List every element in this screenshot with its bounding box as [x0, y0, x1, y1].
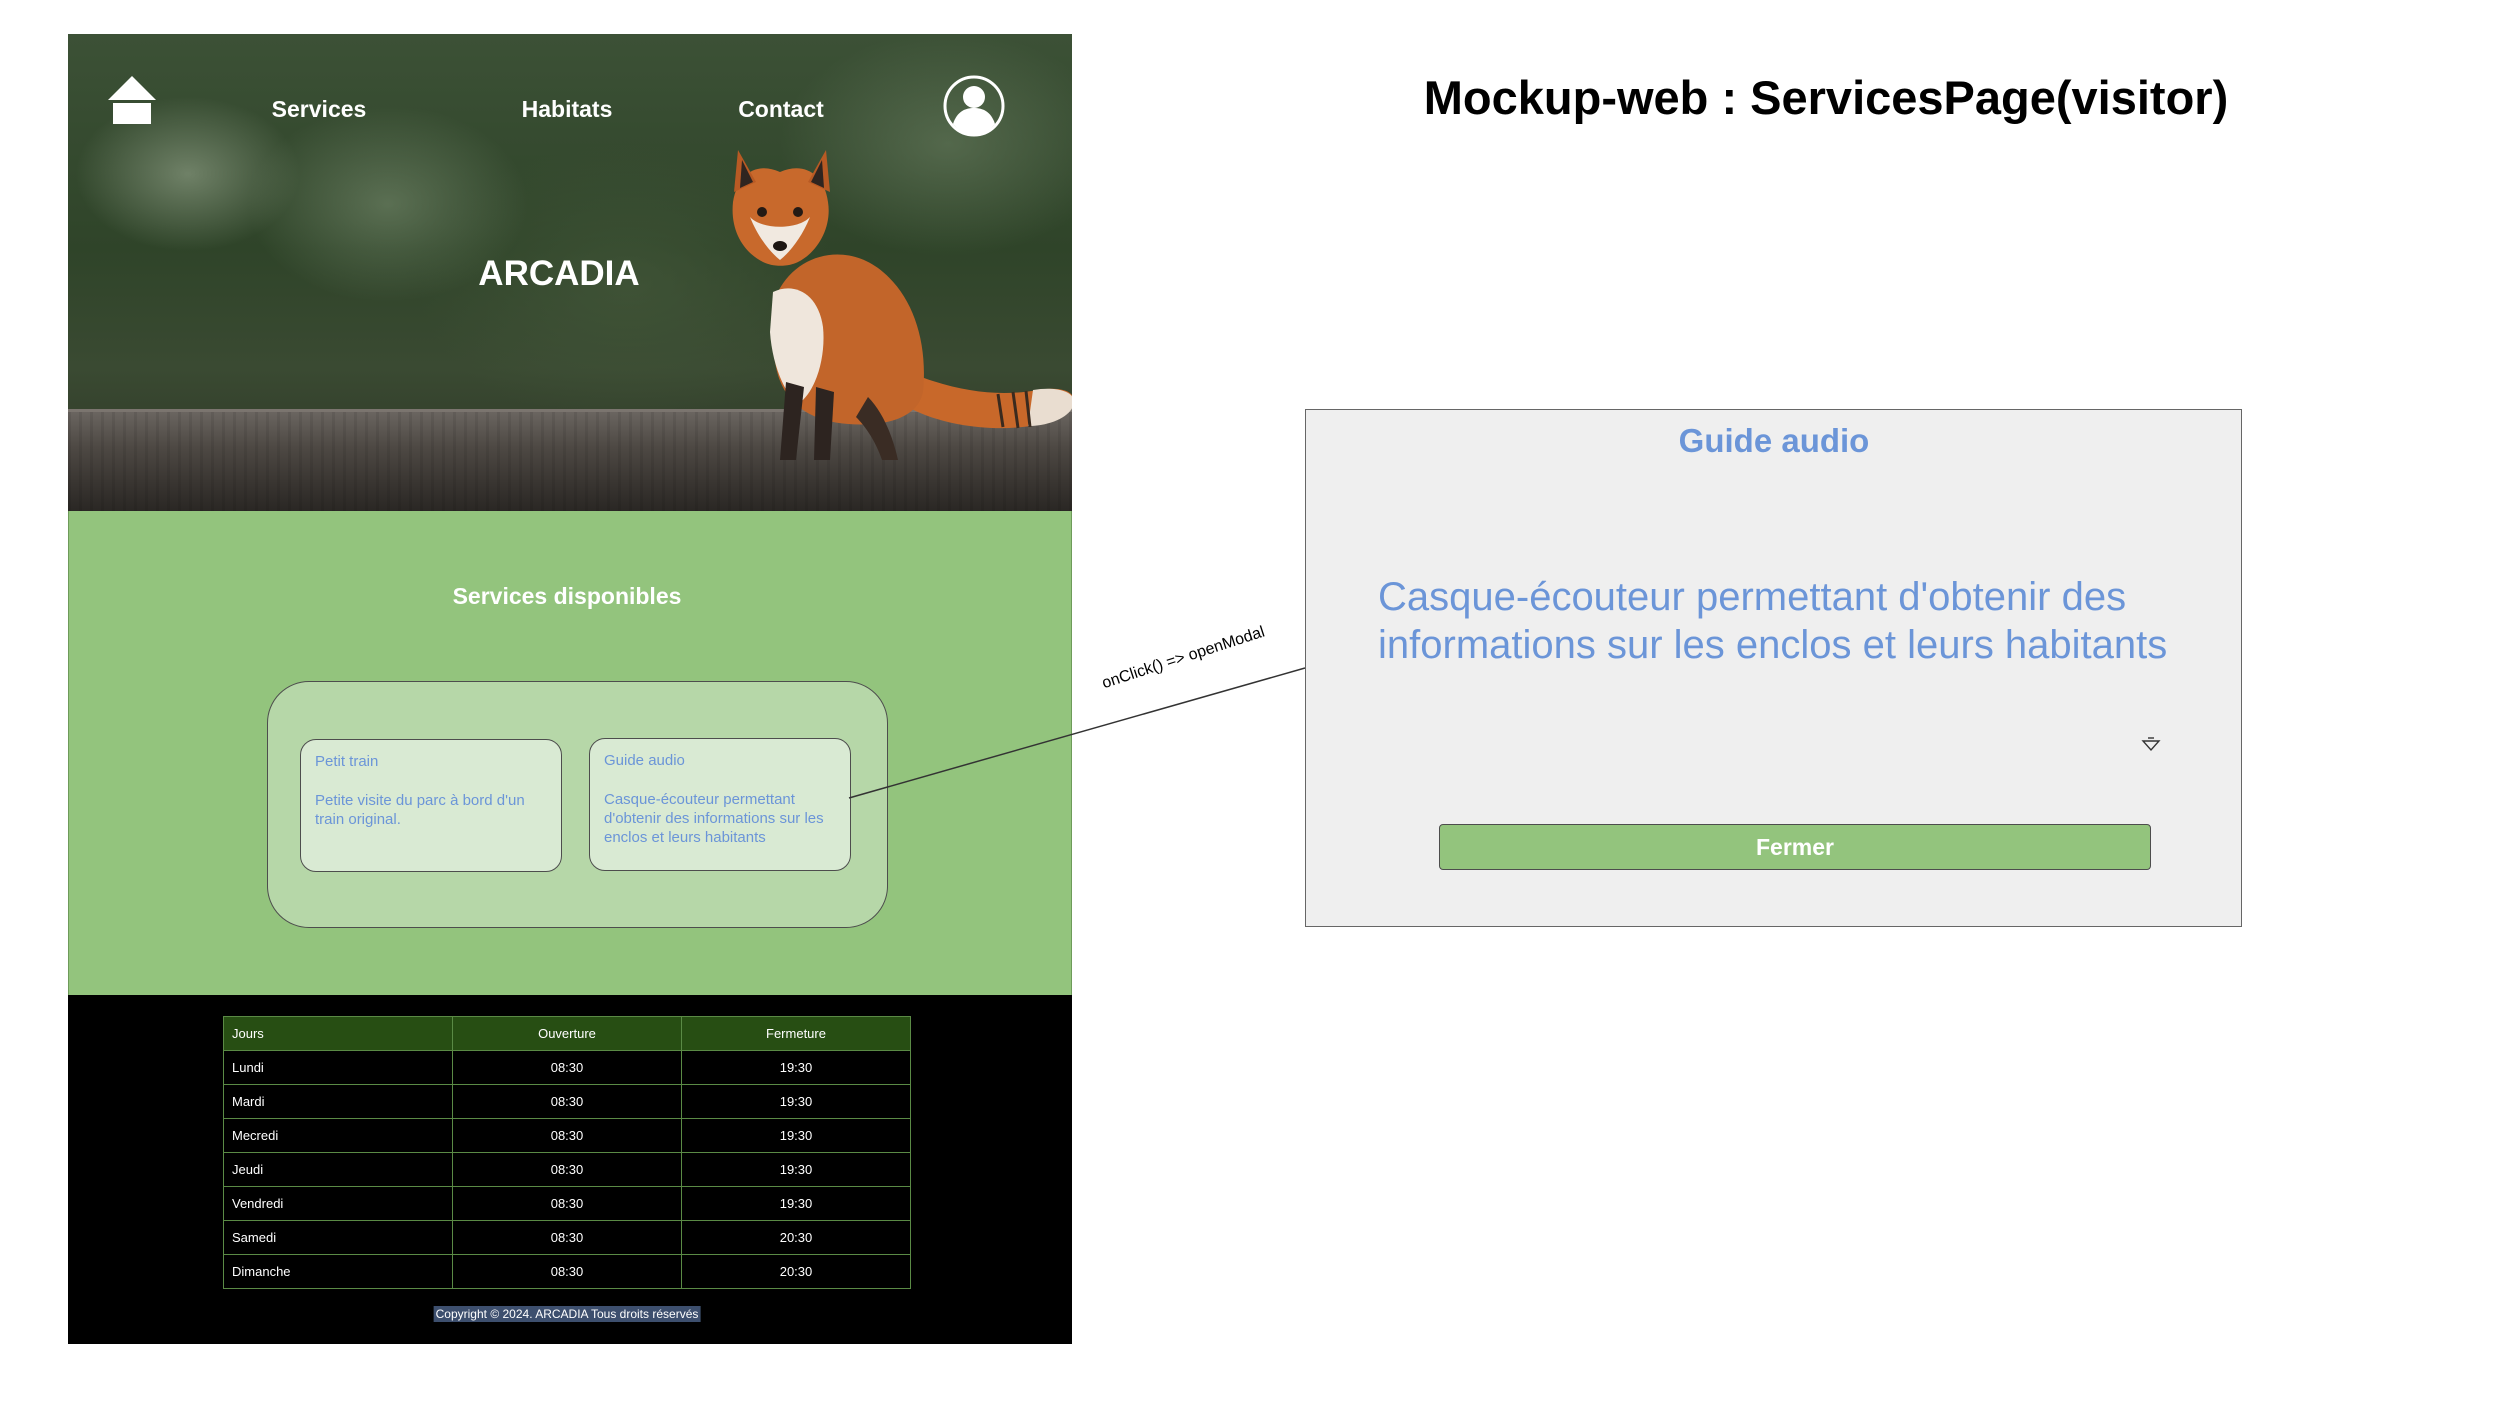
return-arrow-icon: [2141, 737, 2161, 752]
table-cell-open: 08:30: [452, 1084, 682, 1119]
close-button[interactable]: Fermer: [1439, 824, 2151, 870]
services-container: Petit train Petite visite du parc à bord…: [267, 681, 888, 928]
services-title: Services disponibles: [452, 583, 682, 609]
modal-description: Casque-écouteur permettant d'obtenir des…: [1378, 575, 2168, 667]
table-cell-day: Lundi: [223, 1050, 453, 1085]
opening-hours-table: Jours Ouverture Fermeture Lundi 08:30 19…: [223, 1016, 911, 1289]
nav-services-link[interactable]: Services: [272, 96, 367, 123]
table-row: Mardi 08:30 19:30: [223, 1084, 911, 1119]
table-header-cell: Ouverture: [452, 1016, 682, 1051]
table-header-row: Jours Ouverture Fermeture: [223, 1016, 911, 1051]
table-cell-open: 08:30: [452, 1152, 682, 1187]
table-header-cell: Jours: [223, 1016, 453, 1051]
table-cell-day: Jeudi: [223, 1152, 453, 1187]
table-cell-open: 08:30: [452, 1220, 682, 1255]
table-cell-close: 20:30: [681, 1220, 911, 1255]
home-icon[interactable]: [106, 74, 158, 126]
modal-title: Guide audio: [1678, 422, 1870, 459]
table-cell-open: 08:30: [452, 1050, 682, 1085]
table-cell-day: Mecredi: [223, 1118, 453, 1153]
table-cell-day: Vendredi: [223, 1186, 453, 1221]
footer: Jours Ouverture Fermeture Lundi 08:30 19…: [68, 995, 1072, 1344]
nav-contact-link[interactable]: Contact: [738, 96, 824, 123]
table-cell-day: Mardi: [223, 1084, 453, 1119]
table-cell-close: 19:30: [681, 1050, 911, 1085]
table-cell-close: 19:30: [681, 1152, 911, 1187]
table-row: Vendredi 08:30 19:30: [223, 1186, 911, 1221]
connector-label: onClick() => openModal: [1100, 623, 1267, 693]
table-cell-open: 08:30: [452, 1254, 682, 1289]
copyright-text: Copyright © 2024. ARCADIA Tous droits ré…: [433, 1306, 701, 1322]
hero-banner: Services Habitats Contact ARCADIA: [68, 34, 1072, 511]
page-heading: Mockup-web : ServicesPage(visitor): [1423, 71, 2229, 124]
table-row: Mecredi 08:30 19:30: [223, 1118, 911, 1153]
table-header-cell: Fermeture: [681, 1016, 911, 1051]
service-modal: Guide audio Casque-écouteur permettant d…: [1305, 409, 2242, 927]
hero-title: ARCADIA: [478, 254, 640, 293]
user-icon[interactable]: [942, 74, 1006, 138]
table-row: Jeudi 08:30 19:30: [223, 1152, 911, 1187]
table-cell-open: 08:30: [452, 1118, 682, 1153]
table-row: Samedi 08:30 20:30: [223, 1220, 911, 1255]
service-card-petit-train[interactable]: Petit train Petite visite du parc à bord…: [300, 739, 562, 872]
table-cell-open: 08:30: [452, 1186, 682, 1221]
service-card-desc: Casque-écouteur permettant d'obtenir des…: [604, 791, 824, 846]
services-section: Services disponibles Petit train Petite …: [68, 511, 1072, 995]
table-cell-day: Samedi: [223, 1220, 453, 1255]
table-row: Dimanche 08:30 20:30: [223, 1254, 911, 1289]
service-card-desc: Petite visite du parc à bord d'un train …: [315, 792, 525, 828]
table-cell-close: 19:30: [681, 1084, 911, 1119]
table-cell-close: 20:30: [681, 1254, 911, 1289]
table-cell-close: 19:30: [681, 1118, 911, 1153]
service-card-title: Petit train: [315, 753, 379, 770]
mockup-frame: Services Habitats Contact ARCADIA Servic…: [68, 34, 1072, 1344]
service-card-title: Guide audio: [604, 752, 685, 769]
table-cell-close: 19:30: [681, 1186, 911, 1221]
table-row: Lundi 08:30 19:30: [223, 1050, 911, 1085]
fox-image: [732, 150, 1072, 460]
service-card-guide-audio[interactable]: Guide audio Casque-écouteur permettant d…: [589, 738, 851, 871]
nav-habitats-link[interactable]: Habitats: [522, 96, 613, 123]
table-cell-day: Dimanche: [223, 1254, 453, 1289]
